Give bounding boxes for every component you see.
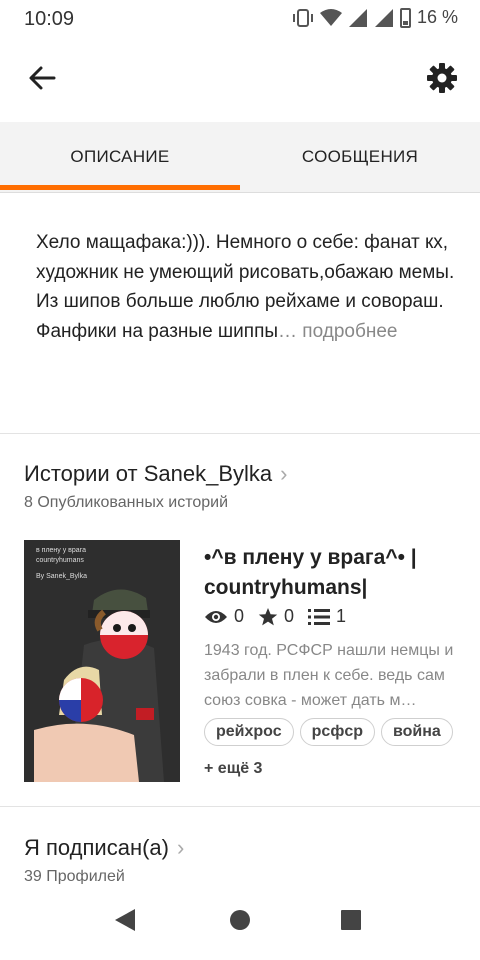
story-cover[interactable]: в плену у врага countryhumans By Sanek_B… (24, 540, 180, 782)
parts-stat: 1 (308, 606, 346, 627)
tab-messages[interactable]: СООБЩЕНИЯ (240, 122, 480, 192)
tab-bar: ОПИСАНИЕ СООБЩЕНИЯ (0, 122, 480, 193)
divider (0, 433, 480, 434)
cover-text-1: в плену у врага (36, 547, 86, 554)
stories-section-title[interactable]: Истории от Sanek_Bylka › (24, 461, 287, 487)
description-ellipsis: … (278, 320, 298, 342)
more-tags-link[interactable]: + ещё 3 (204, 760, 262, 778)
back-arrow-icon[interactable] (28, 64, 56, 92)
tag-chip[interactable]: рейхрос (204, 718, 294, 746)
story-description: 1943 год. РСФСР нашли немцы и забрали в … (204, 642, 454, 709)
battery-percent: 16 % (416, 7, 458, 27)
nav-back-icon[interactable] (114, 908, 136, 932)
battery-icon (399, 7, 411, 28)
cover-illustration: в плену у врага countryhumans By Sanek_B… (24, 540, 180, 782)
gear-icon[interactable] (426, 62, 458, 94)
eye-icon (205, 610, 227, 623)
divider (0, 806, 480, 807)
views-stat: 0 (204, 606, 244, 627)
nav-home-icon[interactable] (229, 908, 251, 932)
list-icon (308, 608, 331, 625)
wifi-icon (319, 8, 342, 26)
vibrate-icon (292, 8, 313, 27)
cover-text-2: countryhumans (36, 557, 84, 564)
chevron-right-icon: › (176, 835, 185, 860)
tag-chip[interactable]: рсфср (299, 718, 375, 746)
status-icons: 16 % (292, 7, 458, 28)
profile-description: Хело мащафака:))). Немного о себе: фанат… (36, 228, 456, 346)
status-time: 10:09 (24, 8, 75, 30)
chevron-right-icon: › (280, 461, 288, 486)
tab-description[interactable]: ОПИСАНИЕ (0, 122, 240, 192)
stories-count: 8 Опубликованных историй (24, 494, 229, 511)
star-icon (258, 607, 278, 625)
status-bar: 10:09 16 % (0, 0, 480, 38)
stories-title-text: Истории от Sanek_Bylka (24, 461, 273, 486)
nav-recents-icon[interactable] (340, 908, 362, 932)
signal-icon-2 (374, 8, 393, 27)
views-count: 0 (234, 606, 245, 626)
votes-stat: 0 (258, 606, 294, 627)
story-tags: рейхрос рсфср война (204, 718, 453, 746)
tag-chip[interactable]: война (380, 718, 453, 746)
following-section-title[interactable]: Я подписан(а) › (24, 835, 184, 861)
toolbar (0, 38, 480, 122)
active-tab-indicator (0, 185, 240, 190)
cover-text-3: By Sanek_Bylka (36, 573, 87, 580)
system-nav-bar (0, 884, 480, 960)
story-stats: 0 0 1 (204, 606, 352, 627)
parts-count: 1 (336, 606, 347, 626)
story-title[interactable]: •^в плену у врага^• | countryhumans| (204, 543, 464, 603)
votes-count: 0 (284, 606, 295, 626)
signal-icon (348, 8, 367, 27)
following-title-text: Я подписан(а) (24, 835, 169, 860)
read-more-link[interactable]: подробнее (297, 321, 397, 342)
